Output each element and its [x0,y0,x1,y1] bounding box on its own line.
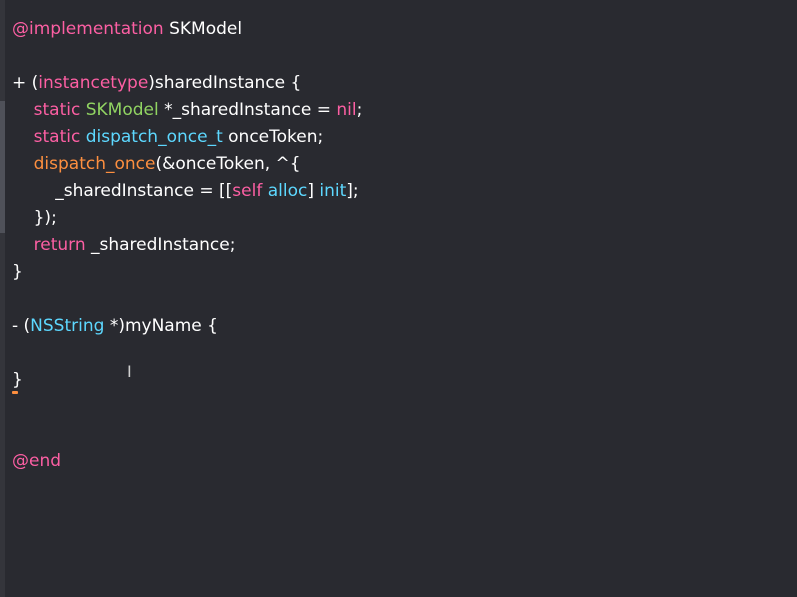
code-token: instancetype [38,73,149,93]
code-line[interactable]: - (NSString *)myName { [12,313,218,340]
code-token: *)myName { [104,316,218,336]
code-token: (&onceToken, ^{ [155,154,301,174]
code-line[interactable]: return _sharedInstance; [12,232,236,259]
code-line[interactable]: static dispatch_once_t onceToken; [12,124,324,151]
code-token: } [12,370,23,390]
code-line[interactable]: + (instancetype)sharedInstance { [12,70,301,97]
code-token: NSString [30,316,105,336]
code-token: ] [307,181,320,201]
code-token: *_sharedInstance = [158,100,337,120]
code-line[interactable]: } [12,367,23,394]
code-token: return [33,235,86,255]
code-token: }); [12,208,57,228]
code-editor[interactable]: @implementation SKModel + (instancetype)s… [0,0,797,597]
code-token: static [33,127,81,147]
code-token: static [33,100,81,120]
code-line[interactable]: dispatch_once(&onceToken, ^{ [12,151,301,178]
code-token: - ( [12,316,31,336]
code-token: SKModel [163,19,243,39]
code-line[interactable]: @implementation SKModel [12,16,242,43]
code-line[interactable]: }); [12,205,57,232]
code-token: @implementation [12,19,164,39]
code-line[interactable]: @end [12,448,61,475]
code-token: + ( [12,73,39,93]
code-token: init [319,181,347,201]
code-token: nil [336,100,357,120]
code-line[interactable]: static SKModel *_sharedInstance = nil; [12,97,363,124]
code-token: ]; [346,181,359,201]
code-token: SKModel [85,100,159,120]
code-token: dispatch_once [33,154,156,174]
code-token: ; [356,100,363,120]
code-token: @end [12,451,62,471]
code-token: )sharedInstance { [148,73,302,93]
insertion-marker [12,391,18,394]
code-token: } [12,262,23,282]
code-token: alloc [267,181,308,201]
code-token: onceToken; [222,127,324,147]
editor-gutter [0,0,5,597]
code-token: _sharedInstance = [[ [12,181,233,201]
code-token: dispatch_once_t [85,127,223,147]
change-bar [0,101,5,233]
code-token: self [232,181,263,201]
code-line[interactable]: } [12,259,23,286]
code-token: _sharedInstance; [85,235,236,255]
code-line[interactable]: _sharedInstance = [[self alloc] init]; [12,178,359,205]
ibeam-cursor-icon: Ι [127,362,132,381]
